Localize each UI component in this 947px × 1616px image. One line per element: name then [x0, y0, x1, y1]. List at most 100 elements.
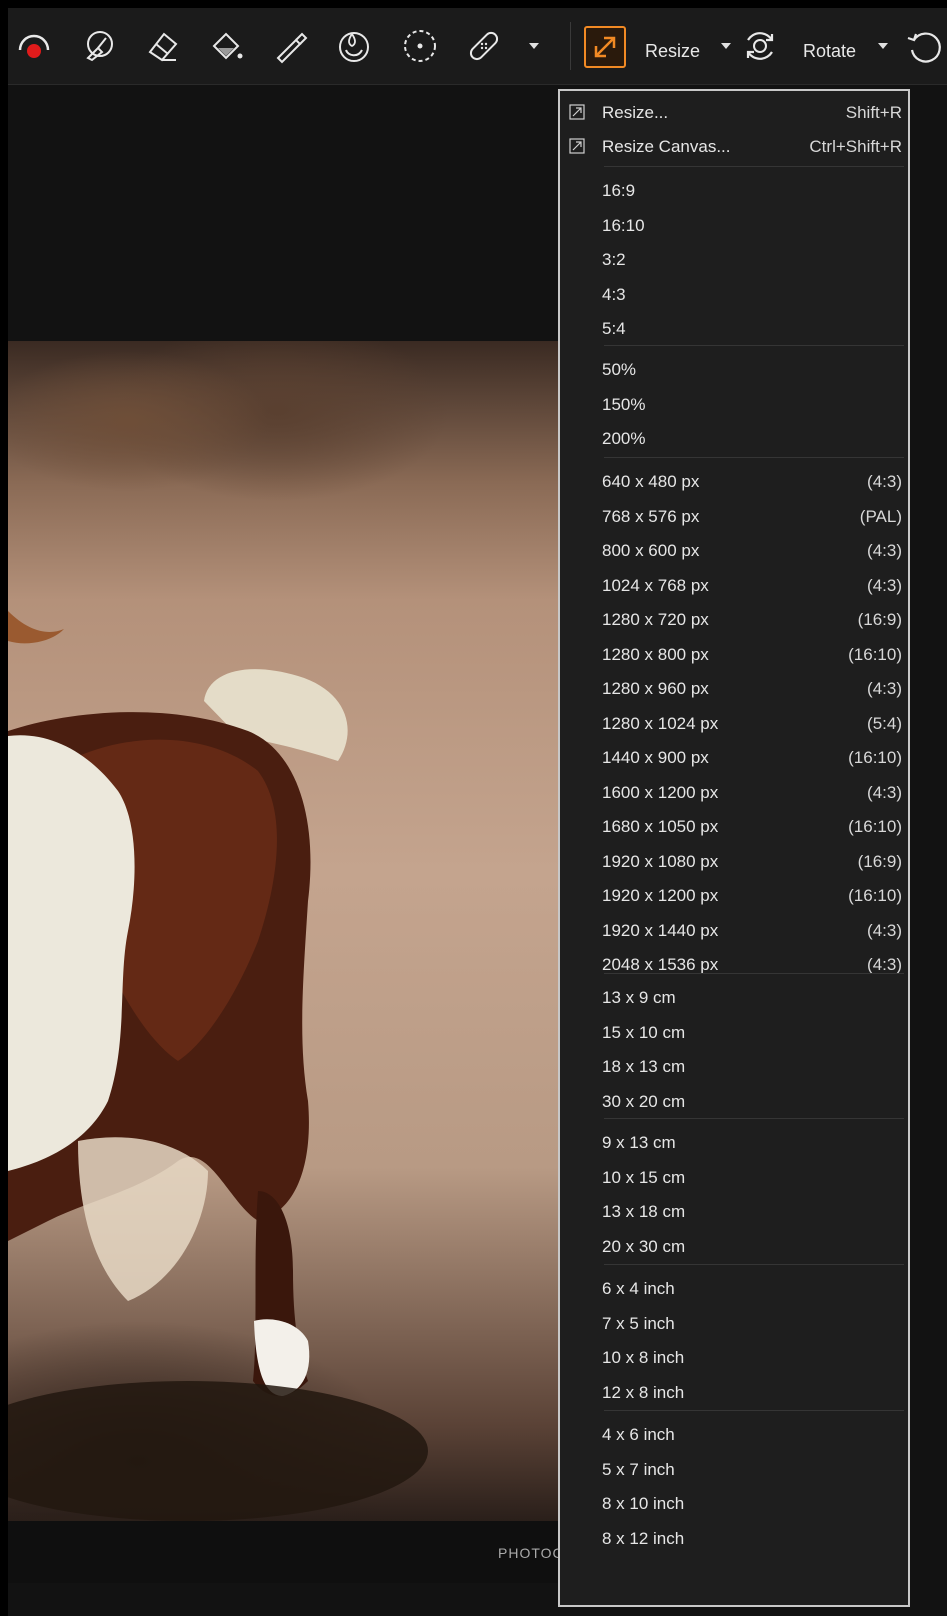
menu-item-label: 1680 x 1050 px — [602, 817, 719, 836]
selection-circle-icon[interactable] — [400, 26, 440, 66]
menu-item-aspect-ratio: (4:3) — [867, 955, 902, 974]
fill-bucket-icon[interactable] — [206, 26, 246, 66]
menu-item-label: 12 x 8 inch — [602, 1383, 685, 1402]
menu-item-pixels[interactable]: 1680 x 1050 px (16:10) — [560, 809, 908, 843]
rotate-icon[interactable] — [740, 26, 780, 66]
menu-item-percents[interactable]: 150% — [560, 387, 908, 421]
menu-item-inch-portrait[interactable]: 8 x 10 inch — [560, 1486, 908, 1520]
menu-item-aspect-ratio: (4:3) — [867, 679, 902, 698]
menu-item-pixels[interactable]: 800 x 600 px (4:3) — [560, 533, 908, 567]
menu-item-inch-portrait[interactable]: 4 x 6 inch — [560, 1417, 908, 1451]
menu-item-cm-landscape[interactable]: 30 x 20 cm — [560, 1084, 908, 1118]
menu-item-cm-portrait[interactable]: 13 x 18 cm — [560, 1194, 908, 1228]
menu-item-pixels[interactable]: 2048 x 1536 px (4:3) — [560, 947, 908, 981]
menu-item-label: 13 x 18 cm — [602, 1202, 686, 1221]
menu-item-percents[interactable]: 50% — [560, 352, 908, 386]
menu-separator — [604, 973, 904, 974]
menu-item-label: 1920 x 1440 px — [602, 921, 719, 940]
menu-item-cm-landscape[interactable]: 18 x 13 cm — [560, 1049, 908, 1083]
menu-item-inch-landscape[interactable]: 10 x 8 inch — [560, 1340, 908, 1374]
menu-separator — [604, 1410, 904, 1411]
menu-item-label: 1280 x 1024 px — [602, 714, 719, 733]
menu-item-cm-portrait[interactable]: 9 x 13 cm — [560, 1125, 908, 1159]
menu-item-pixels[interactable]: 640 x 480 px (4:3) — [560, 464, 908, 498]
menu-item-ratios[interactable]: 5:4 — [560, 311, 908, 345]
menu-item-pixels[interactable]: 1920 x 1200 px (16:10) — [560, 878, 908, 912]
menu-item-label: 4:3 — [602, 285, 626, 304]
menu-item-pixels[interactable]: 768 x 576 px (PAL) — [560, 499, 908, 533]
menu-item-ratios[interactable]: 16:9 — [560, 173, 908, 207]
menu-item-aspect-ratio: (4:3) — [867, 783, 902, 802]
resize-canvas-small-icon — [569, 138, 585, 154]
pen-draw-icon[interactable] — [78, 26, 118, 66]
menu-item-ratios[interactable]: 16:10 — [560, 208, 908, 242]
menu-item-inch-landscape[interactable]: 6 x 4 inch — [560, 1271, 908, 1305]
menu-item-label: 10 x 15 cm — [602, 1168, 686, 1187]
menu-item-pixels[interactable]: 1600 x 1200 px (4:3) — [560, 775, 908, 809]
menu-item-label: 1600 x 1200 px — [602, 783, 719, 802]
resize-button[interactable] — [584, 26, 626, 68]
menu-item-inch-portrait[interactable]: 8 x 12 inch — [560, 1521, 908, 1555]
menu-separator — [604, 1264, 904, 1265]
toolbar: Resize Rotate — [8, 8, 947, 85]
menu-shortcut: Ctrl+Shift+R — [809, 137, 902, 156]
menu-item-aspect-ratio: (16:10) — [848, 748, 902, 767]
menu-item-label: 8 x 10 inch — [602, 1494, 685, 1513]
menu-item-label: 5:4 — [602, 319, 626, 338]
rotate-dropdown-caret-icon[interactable] — [878, 43, 888, 49]
menu-item-label: 7 x 5 inch — [602, 1314, 675, 1333]
toolbar-divider — [570, 22, 571, 70]
resize-label[interactable]: Resize — [645, 41, 700, 62]
menu-item-inch-landscape[interactable]: 7 x 5 inch — [560, 1306, 908, 1340]
menu-item-percents[interactable]: 200% — [560, 421, 908, 455]
photo-caption-strip — [8, 1521, 568, 1583]
bandage-icon[interactable] — [464, 26, 504, 66]
menu-item-label: 16:10 — [602, 216, 645, 235]
rotate-label[interactable]: Rotate — [803, 41, 856, 62]
menu-item-cm-portrait[interactable]: 20 x 30 cm — [560, 1229, 908, 1263]
menu-item-inch-portrait[interactable]: 5 x 7 inch — [560, 1452, 908, 1486]
menu-item-label: Resize Canvas... — [602, 137, 731, 156]
menu-item-cm-landscape[interactable]: 15 x 10 cm — [560, 1015, 908, 1049]
menu-item-label: 15 x 10 cm — [602, 1023, 686, 1042]
menu-item-resize-canvas[interactable]: Resize Canvas... Ctrl+Shift+R — [560, 129, 908, 163]
menu-item-pixels[interactable]: 1920 x 1080 px (16:9) — [560, 844, 908, 878]
menu-item-label: 3:2 — [602, 250, 626, 269]
app-window: Resize Rotate PHOTOC Resize... Shift+R R… — [8, 8, 947, 1616]
photo-watermark: PHOTOC — [498, 1545, 564, 1561]
menu-item-cm-landscape[interactable]: 13 x 9 cm — [560, 980, 908, 1014]
resize-small-icon — [569, 104, 585, 120]
menu-item-label: 150% — [602, 395, 646, 414]
eraser-icon[interactable] — [142, 26, 182, 66]
menu-item-resize[interactable]: Resize... Shift+R — [560, 95, 908, 129]
pipette-icon[interactable] — [270, 26, 310, 66]
red-eye-icon[interactable] — [14, 26, 54, 66]
menu-item-label: 9 x 13 cm — [602, 1133, 676, 1152]
menu-item-pixels[interactable]: 1920 x 1440 px (4:3) — [560, 913, 908, 947]
menu-separator — [604, 457, 904, 458]
menu-item-ratios[interactable]: 4:3 — [560, 277, 908, 311]
menu-item-cm-portrait[interactable]: 10 x 15 cm — [560, 1160, 908, 1194]
menu-item-aspect-ratio: (16:9) — [857, 610, 902, 629]
menu-item-label: 50% — [602, 360, 637, 379]
more-tools-caret-icon[interactable] — [529, 43, 539, 49]
goat-picture — [8, 611, 428, 1521]
menu-item-pixels[interactable]: 1024 x 768 px (4:3) — [560, 568, 908, 602]
menu-item-label: 1024 x 768 px — [602, 576, 709, 595]
menu-item-pixels[interactable]: 1280 x 720 px (16:9) — [560, 602, 908, 636]
menu-item-pixels[interactable]: 1440 x 900 px (16:10) — [560, 740, 908, 774]
resize-dropdown-caret-icon[interactable] — [721, 43, 731, 49]
menu-item-label: 1920 x 1200 px — [602, 886, 719, 905]
menu-item-label: 768 x 576 px — [602, 507, 700, 526]
menu-item-pixels[interactable]: 1280 x 800 px (16:10) — [560, 637, 908, 671]
menu-item-aspect-ratio: (PAL) — [859, 507, 902, 526]
menu-separator — [604, 166, 904, 167]
menu-item-label: 1280 x 800 px — [602, 645, 709, 664]
undo-icon[interactable] — [904, 26, 944, 66]
menu-item-pixels[interactable]: 1280 x 960 px (4:3) — [560, 671, 908, 705]
menu-item-ratios[interactable]: 3:2 — [560, 242, 908, 276]
menu-item-pixels[interactable]: 1280 x 1024 px (5:4) — [560, 706, 908, 740]
blur-drop-icon[interactable] — [334, 26, 374, 66]
menu-item-inch-landscape[interactable]: 12 x 8 inch — [560, 1375, 908, 1409]
menu-separator — [604, 1118, 904, 1119]
